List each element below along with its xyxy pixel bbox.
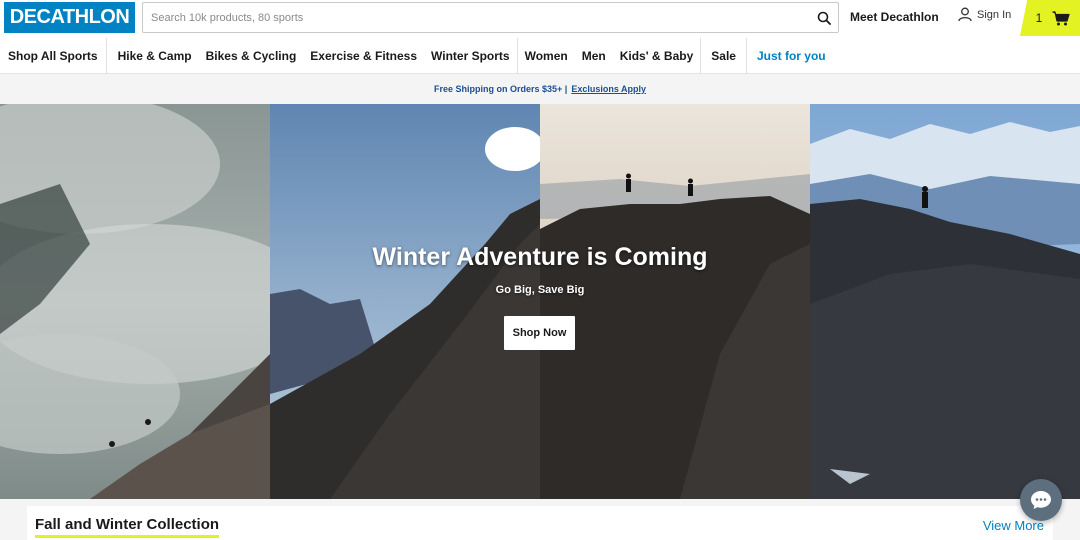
section-title: Fall and Winter Collection	[35, 516, 220, 533]
search-button[interactable]	[810, 3, 838, 32]
nav-bikes-cycling[interactable]: Bikes & Cycling	[199, 38, 304, 74]
nav-shop-all-sports[interactable]: Shop All Sports	[0, 37, 107, 74]
header: DECATHLON Meet Decathlon Sign In 1	[0, 0, 1080, 38]
hero-image-mountains	[810, 104, 1080, 499]
exclusions-link[interactable]: Exclusions Apply	[571, 84, 646, 94]
search-input[interactable]	[143, 3, 810, 32]
search-icon	[817, 11, 831, 25]
nav-women[interactable]: Women	[518, 38, 575, 74]
main-nav: Shop All Sports Hike & Camp Bikes & Cycl…	[0, 37, 1080, 74]
shop-now-button[interactable]: Shop Now	[504, 316, 575, 350]
hero-subtitle: Go Big, Save Big	[495, 284, 585, 296]
sign-in-label: Sign In	[977, 8, 1012, 21]
nav-sale[interactable]: Sale	[701, 38, 746, 74]
logo-text: DECATHLON	[9, 6, 130, 28]
collection-section-header: Fall and Winter Collection View More	[27, 506, 1053, 540]
nav-hike-camp[interactable]: Hike & Camp	[107, 38, 199, 74]
search-bar	[142, 2, 839, 33]
hero-image-clouds	[0, 104, 270, 499]
promo-banner: Free Shipping on Orders $35+ | Exclusion…	[0, 74, 1080, 104]
user-icon	[958, 7, 972, 22]
cart-button[interactable]: 1	[1020, 0, 1080, 36]
hero-image-summit	[540, 104, 810, 499]
nav-just-for-you[interactable]: Just for you	[747, 38, 833, 74]
chat-button[interactable]	[1020, 479, 1062, 521]
cart-icon	[1052, 10, 1070, 25]
meet-decathlon-link[interactable]: Meet Decathlon	[850, 10, 939, 24]
nav-winter-sports[interactable]: Winter Sports	[424, 38, 517, 74]
hero-title: Winter Adventure is Coming	[372, 243, 708, 271]
hero-image-ridge	[270, 104, 540, 499]
chat-icon	[1031, 491, 1051, 509]
cart-count: 1	[1035, 11, 1043, 25]
nav-exercise-fitness[interactable]: Exercise & Fitness	[303, 38, 424, 74]
sign-in-link[interactable]: Sign In	[958, 7, 1011, 22]
nav-men[interactable]: Men	[575, 38, 613, 74]
hero-banner: Winter Adventure is Coming Go Big, Save …	[0, 104, 1080, 499]
decathlon-logo[interactable]: DECATHLON	[4, 2, 135, 33]
section-title-underline	[35, 535, 219, 538]
nav-kids-baby[interactable]: Kids' & Baby	[613, 38, 701, 74]
promo-text: Free Shipping on Orders $35+ |	[434, 84, 568, 94]
